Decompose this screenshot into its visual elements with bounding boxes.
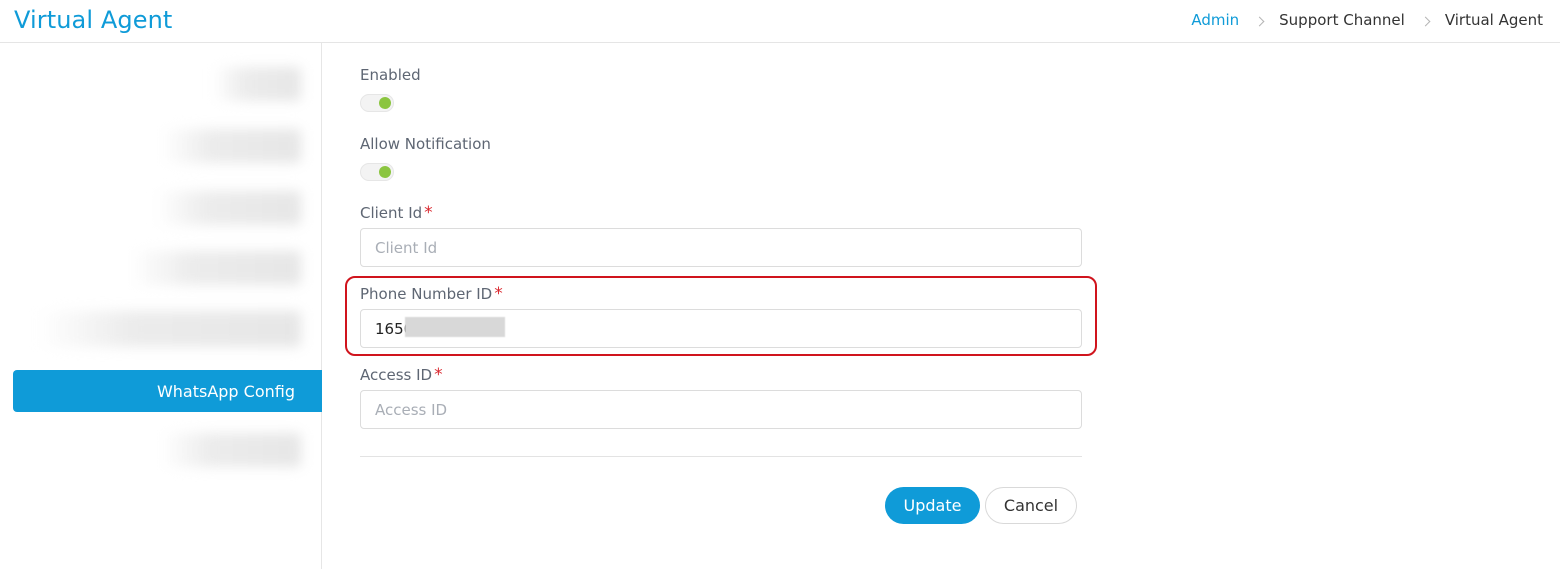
client-id-input[interactable] — [360, 228, 1082, 267]
required-mark: * — [434, 365, 443, 385]
enabled-toggle[interactable] — [360, 94, 394, 112]
chevron-right-icon — [1420, 16, 1431, 26]
client-id-label-text: Client Id — [360, 204, 423, 222]
client-id-label: Client Id * — [360, 203, 433, 223]
toggle-knob — [379, 166, 391, 178]
enabled-label: Enabled — [360, 66, 421, 84]
access-id-label-text: Access ID — [360, 366, 433, 384]
update-button[interactable]: Update — [885, 487, 980, 524]
breadcrumb: Admin Support Channel Virtual Agent — [1191, 11, 1543, 29]
sidebar-item-whatsapp-config[interactable]: WhatsApp Config — [13, 370, 322, 412]
required-mark: * — [424, 203, 433, 223]
form-divider — [360, 456, 1082, 457]
breadcrumb-admin[interactable]: Admin — [1191, 11, 1239, 29]
sidebar-item-blurred-4[interactable] — [131, 251, 301, 285]
page-title: Virtual Agent — [14, 6, 173, 34]
sidebar-item-blurred-5[interactable] — [37, 311, 301, 347]
allow-notification-toggle[interactable] — [360, 163, 394, 181]
sidebar-item-blurred-6[interactable] — [161, 433, 301, 467]
toggle-knob — [379, 97, 391, 109]
chevron-right-icon — [1254, 16, 1265, 26]
sidebar-item-blurred-2[interactable] — [161, 129, 301, 163]
sidebar: WhatsApp Config — [0, 43, 322, 569]
access-id-input[interactable] — [360, 390, 1082, 429]
breadcrumb-support-channel[interactable]: Support Channel — [1279, 11, 1405, 29]
sidebar-item-blurred-3[interactable] — [156, 191, 301, 225]
breadcrumb-virtual-agent: Virtual Agent — [1444, 11, 1543, 29]
app-header: Virtual Agent Admin Support Channel Virt… — [0, 0, 1560, 43]
allow-notification-label: Allow Notification — [360, 135, 491, 153]
phone-number-highlight-box — [345, 276, 1097, 356]
access-id-label: Access ID * — [360, 365, 443, 385]
sidebar-item-blurred-1[interactable] — [213, 67, 301, 101]
cancel-button[interactable]: Cancel — [985, 487, 1077, 524]
